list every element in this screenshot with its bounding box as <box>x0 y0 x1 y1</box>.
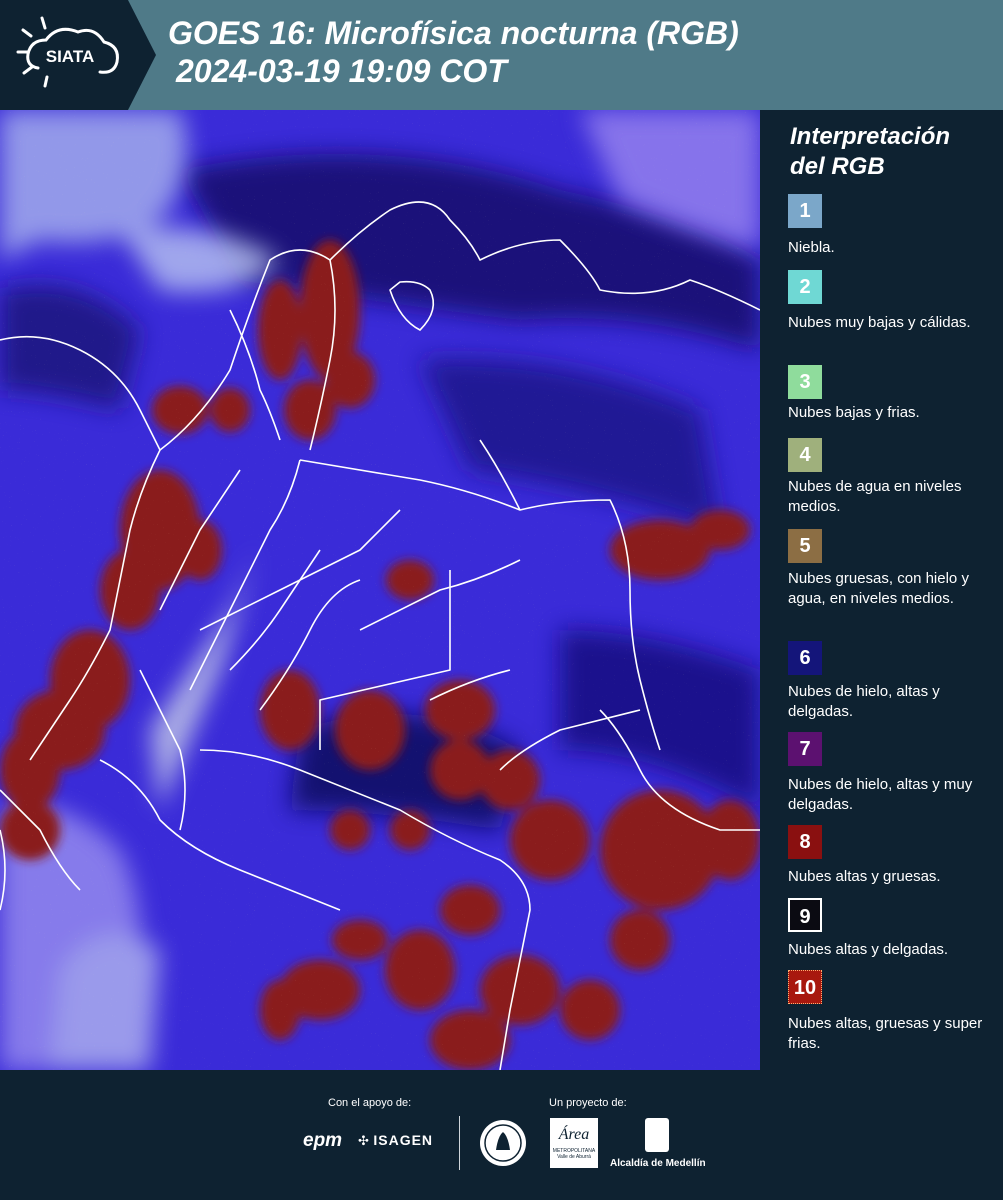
legend-label: Nubes de agua en niveles medios. <box>788 478 962 515</box>
legend-label: Niebla. <box>788 239 835 256</box>
title-product: GOES 16: Microfísica nocturna (RGB) <box>168 15 739 51</box>
swatch-number: 10 <box>793 977 817 999</box>
legend-label: Nubes gruesas, con hielo y agua, en nive… <box>788 570 969 607</box>
epm-logo: epm <box>303 1130 343 1151</box>
legend-label: Nubes de hielo, altas y muy delgadas. <box>788 776 973 813</box>
alcaldia-shield-icon <box>645 1118 669 1152</box>
legend-swatch: 5 <box>788 529 822 563</box>
isagen-logo: ✣ ISAGEN <box>358 1132 433 1150</box>
footer: Con el apoyo de: Un proyecto de: epm ✣ I… <box>0 1070 1003 1200</box>
legend-swatch: 6 <box>788 641 822 675</box>
title-datetime: 2024-03-19 19:09 COT <box>176 53 507 89</box>
swatch-number: 5 <box>799 535 811 557</box>
swatch-number: 9 <box>799 906 811 928</box>
logo-arrow <box>128 0 156 110</box>
siata-logo: SIATA <box>16 16 119 88</box>
page-title: GOES 16: Microfísica nocturna (RGB) 2024… <box>168 14 739 90</box>
legend-swatch: 8 <box>788 825 822 859</box>
isagen-icon: ✣ <box>358 1133 369 1148</box>
area-metropolitana-logo: Área METROPOLITANA Valle de Aburrá <box>550 1118 598 1168</box>
alcaldia-label: Alcaldía de Medellín <box>610 1158 706 1169</box>
area-logo-text: Área <box>558 1126 590 1143</box>
satellite-imagery <box>0 110 760 1070</box>
legend-swatch: 3 <box>788 365 822 399</box>
swatch-number: 8 <box>799 831 811 853</box>
project-label: Un proyecto de: <box>549 1097 627 1109</box>
legend-swatch: 9 <box>788 898 822 932</box>
legend-swatch: 7 <box>788 732 822 766</box>
legend-swatch: 4 <box>788 438 822 472</box>
legend-label: Nubes altas y delgadas. <box>788 941 949 958</box>
legend-panel: Interpretación del RGB 1 Niebla. 2 Nubes… <box>760 110 1003 1070</box>
area-logo-sub: METROPOLITANA Valle de Aburrá <box>552 1148 596 1160</box>
logo-block: SIATA <box>0 0 128 110</box>
satellite-map[interactable] <box>0 110 760 1070</box>
logo-text: SIATA <box>46 47 94 66</box>
swatch-number: 6 <box>799 647 811 669</box>
swatch-number: 4 <box>799 444 811 466</box>
legend-label: Nubes bajas y frias. <box>788 404 920 421</box>
legend-label: Nubes de hielo, altas y delgadas. <box>788 683 940 720</box>
legend-swatch: 2 <box>788 270 822 304</box>
legend-label: Nubes muy bajas y cálidas. <box>788 314 971 331</box>
swatch-number: 3 <box>799 371 811 393</box>
legend-label: Nubes altas y gruesas. <box>788 868 941 885</box>
seal-logo <box>480 1120 526 1166</box>
swatch-number: 2 <box>799 276 811 298</box>
legend-swatch: 1 <box>788 194 822 228</box>
legend-label: Nubes altas, gruesas y super frias. <box>788 1015 983 1052</box>
isagen-text: ISAGEN <box>373 1132 434 1148</box>
swatch-number: 1 <box>799 200 811 222</box>
footer-divider <box>459 1116 460 1170</box>
header-bar: SIATA GOES 16: Microfísica nocturna (RGB… <box>0 0 1003 110</box>
legend-title: Interpretación del RGB <box>790 123 951 180</box>
swatch-number: 7 <box>799 738 811 760</box>
legend-swatch: 10 <box>788 970 822 1004</box>
support-label: Con el apoyo de: <box>328 1097 412 1109</box>
